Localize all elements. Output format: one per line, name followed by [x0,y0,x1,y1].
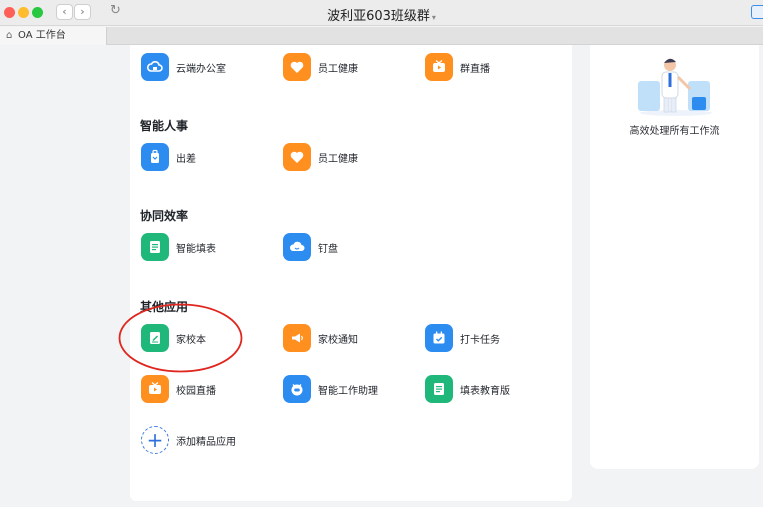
app-ding-drive[interactable]: 钉盘 [283,233,338,261]
app-label: 钉盘 [318,243,338,255]
app-cloud-office[interactable]: 云端办公室 [141,53,226,81]
window-title[interactable]: 波利亚603班级群 ▾ [0,5,763,24]
app-label: 智能填表 [176,243,216,255]
add-app-button[interactable]: + 添加精品应用 [141,426,236,454]
side-caption: 高效处理所有工作流 [629,126,720,137]
robot-icon [283,375,311,403]
luggage-icon [141,143,169,171]
app-campus-live[interactable]: 校园直播 [141,375,216,403]
tab-oa-workbench[interactable]: ⌂ OA 工作台 [0,27,107,45]
title-bar: ‹ › ↻ 波利亚603班级群 ▾ [0,0,763,26]
workflow-illustration [638,58,712,116]
home-icon: ⌂ [6,30,13,41]
tab-bar: ⌂ OA 工作台 [0,27,763,45]
app-smart-assistant[interactable]: 智能工作助理 [283,375,378,403]
app-employee-health-hr[interactable]: 员工健康 [283,143,358,171]
app-school-notice[interactable]: 家校通知 [283,324,358,352]
app-business-trip[interactable]: 出差 [141,143,196,171]
form-icon [141,233,169,261]
form-icon [425,375,453,403]
app-label: 打卡任务 [460,334,500,346]
calendar-check-icon [425,324,453,352]
app-label: 云端办公室 [176,63,226,75]
heart-icon [283,53,311,81]
app-group-live[interactable]: 群直播 [425,53,490,81]
app-label: 校园直播 [176,385,216,397]
app-label: 填表教育版 [460,385,510,397]
app-employee-health[interactable]: 员工健康 [283,53,358,81]
corner-action-button[interactable] [751,5,763,19]
live-tv-icon [141,375,169,403]
add-app-label: 添加精品应用 [176,436,236,448]
live-tv-icon [425,53,453,81]
app-checkin-task[interactable]: 打卡任务 [425,324,500,352]
tab-label: OA 工作台 [18,30,66,41]
app-label: 出差 [176,153,196,165]
app-form-edu[interactable]: 填表教育版 [425,375,510,403]
app-label: 员工健康 [318,63,358,75]
annotation-ellipse [118,303,243,373]
cloud-drive-icon [283,233,311,261]
app-label: 群直播 [460,63,490,75]
app-label: 员工健康 [318,153,358,165]
section-title-collab: 协同效率 [140,209,189,223]
heart-icon [283,143,311,171]
app-label: 家校通知 [318,334,358,346]
section-title-hr: 智能人事 [140,119,189,133]
cloud-office-icon [141,53,169,81]
app-smart-form[interactable]: 智能填表 [141,233,216,261]
plus-icon: + [141,426,169,454]
chevron-down-icon: ▾ [431,13,436,22]
megaphone-icon [283,324,311,352]
window-title-text: 波利亚603班级群 [327,9,430,24]
app-label: 智能工作助理 [318,385,378,397]
